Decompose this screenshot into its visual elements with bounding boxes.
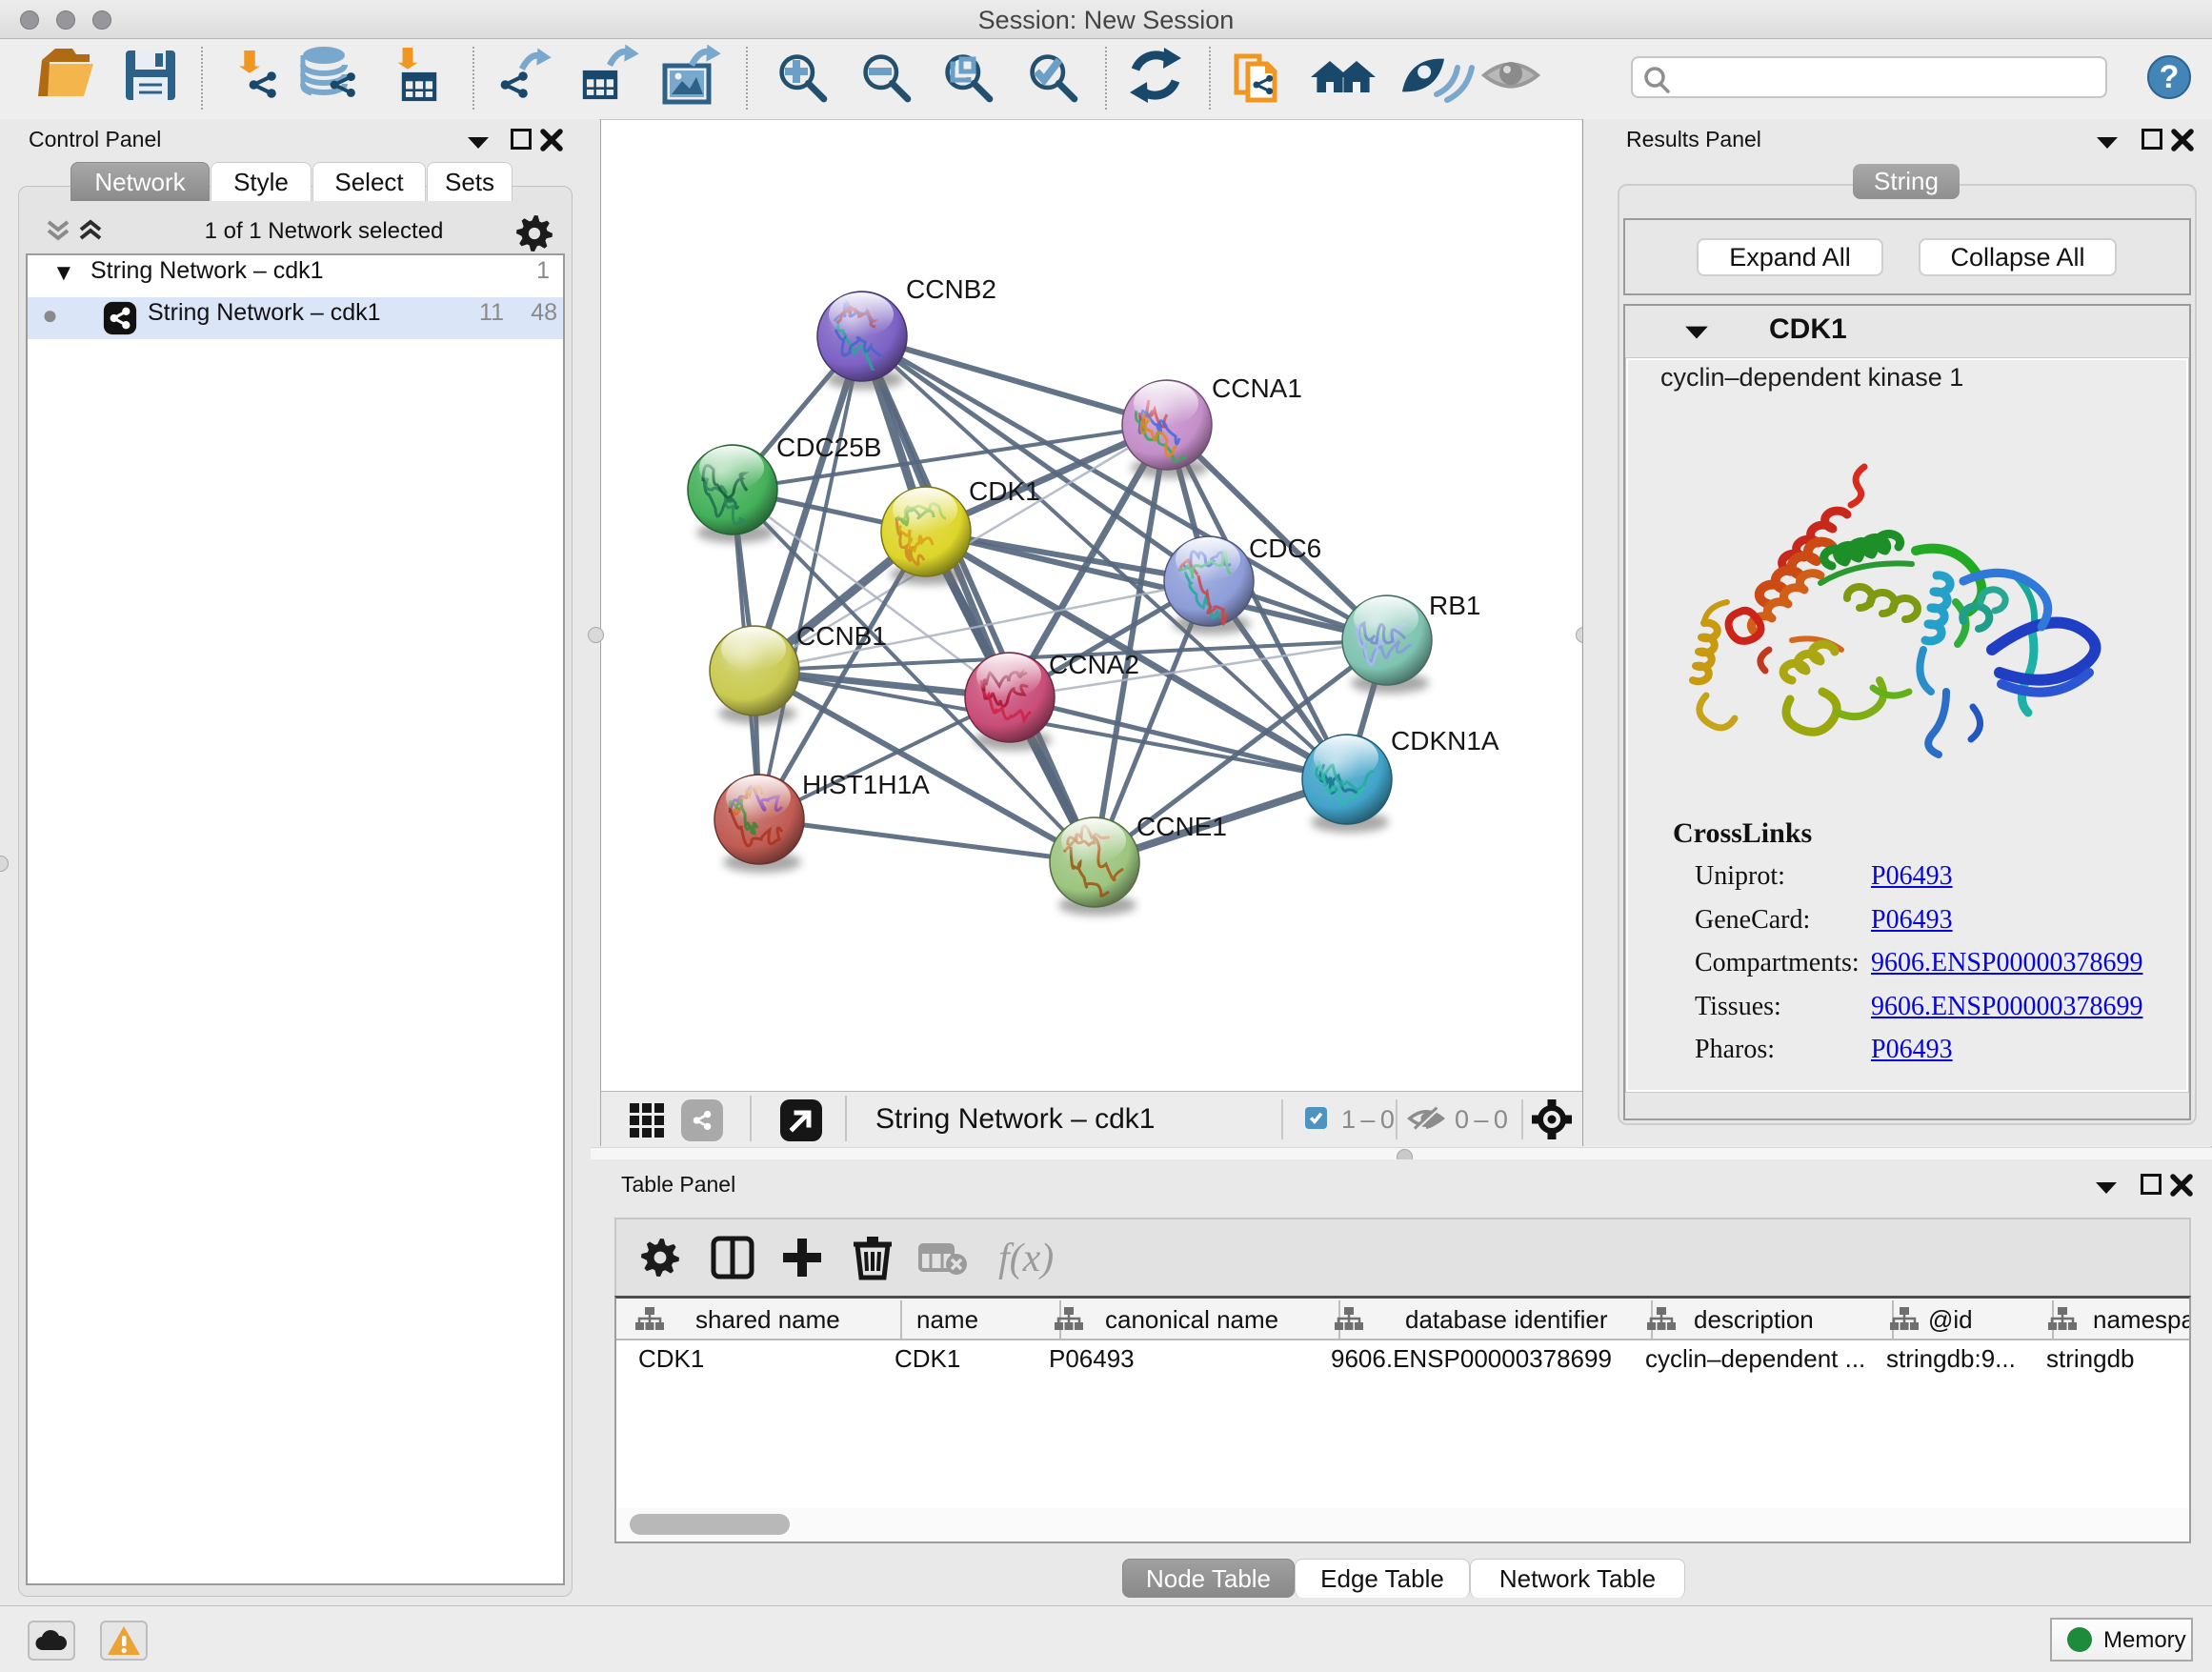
svg-text:CCNE1: CCNE1 [1136,812,1227,841]
svg-text:CCNB2: CCNB2 [906,274,996,304]
svg-text:CCNA1: CCNA1 [1212,373,1302,403]
svg-text:CDK1: CDK1 [969,476,1040,506]
svg-text:CCNA2: CCNA2 [1049,650,1139,679]
svg-text:CCNB1: CCNB1 [796,621,887,651]
svg-text:RB1: RB1 [1429,591,1480,620]
svg-text:CDC6: CDC6 [1249,534,1321,563]
svg-text:HIST1H1A: HIST1H1A [802,770,930,799]
svg-text:CDKN1A: CDKN1A [1391,726,1499,755]
svg-text:CDC25B: CDC25B [776,433,881,462]
